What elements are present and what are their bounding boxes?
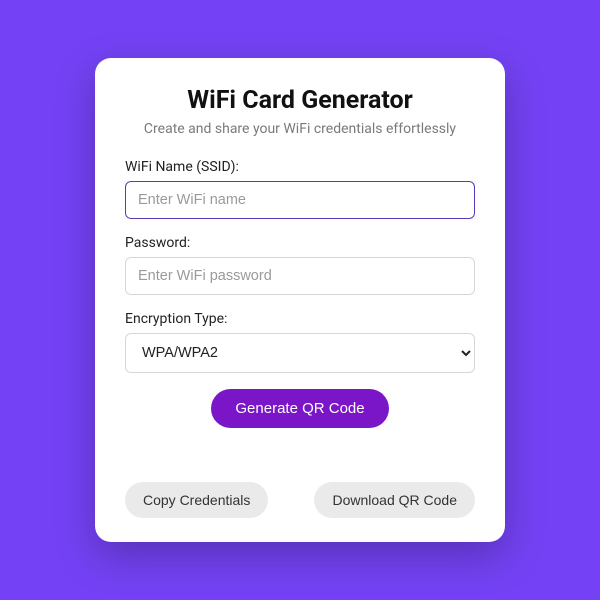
password-label: Password: [125, 235, 475, 251]
encryption-label: Encryption Type: [125, 311, 475, 327]
page-subtitle: Create and share your WiFi credentials e… [125, 121, 475, 137]
ssid-group: WiFi Name (SSID): [125, 159, 475, 219]
password-group: Password: [125, 235, 475, 295]
page-title: WiFi Card Generator [125, 86, 475, 115]
actions-row: Copy Credentials Download QR Code [125, 482, 475, 518]
encryption-select[interactable]: WPA/WPA2 [125, 333, 475, 373]
encryption-group: Encryption Type: WPA/WPA2 [125, 311, 475, 373]
download-button[interactable]: Download QR Code [314, 482, 475, 518]
wifi-card: WiFi Card Generator Create and share you… [95, 58, 505, 542]
copy-button[interactable]: Copy Credentials [125, 482, 268, 518]
ssid-input[interactable] [125, 181, 475, 219]
ssid-label: WiFi Name (SSID): [125, 159, 475, 175]
password-input[interactable] [125, 257, 475, 295]
generate-wrap: Generate QR Code [125, 389, 475, 428]
generate-button[interactable]: Generate QR Code [211, 389, 388, 428]
